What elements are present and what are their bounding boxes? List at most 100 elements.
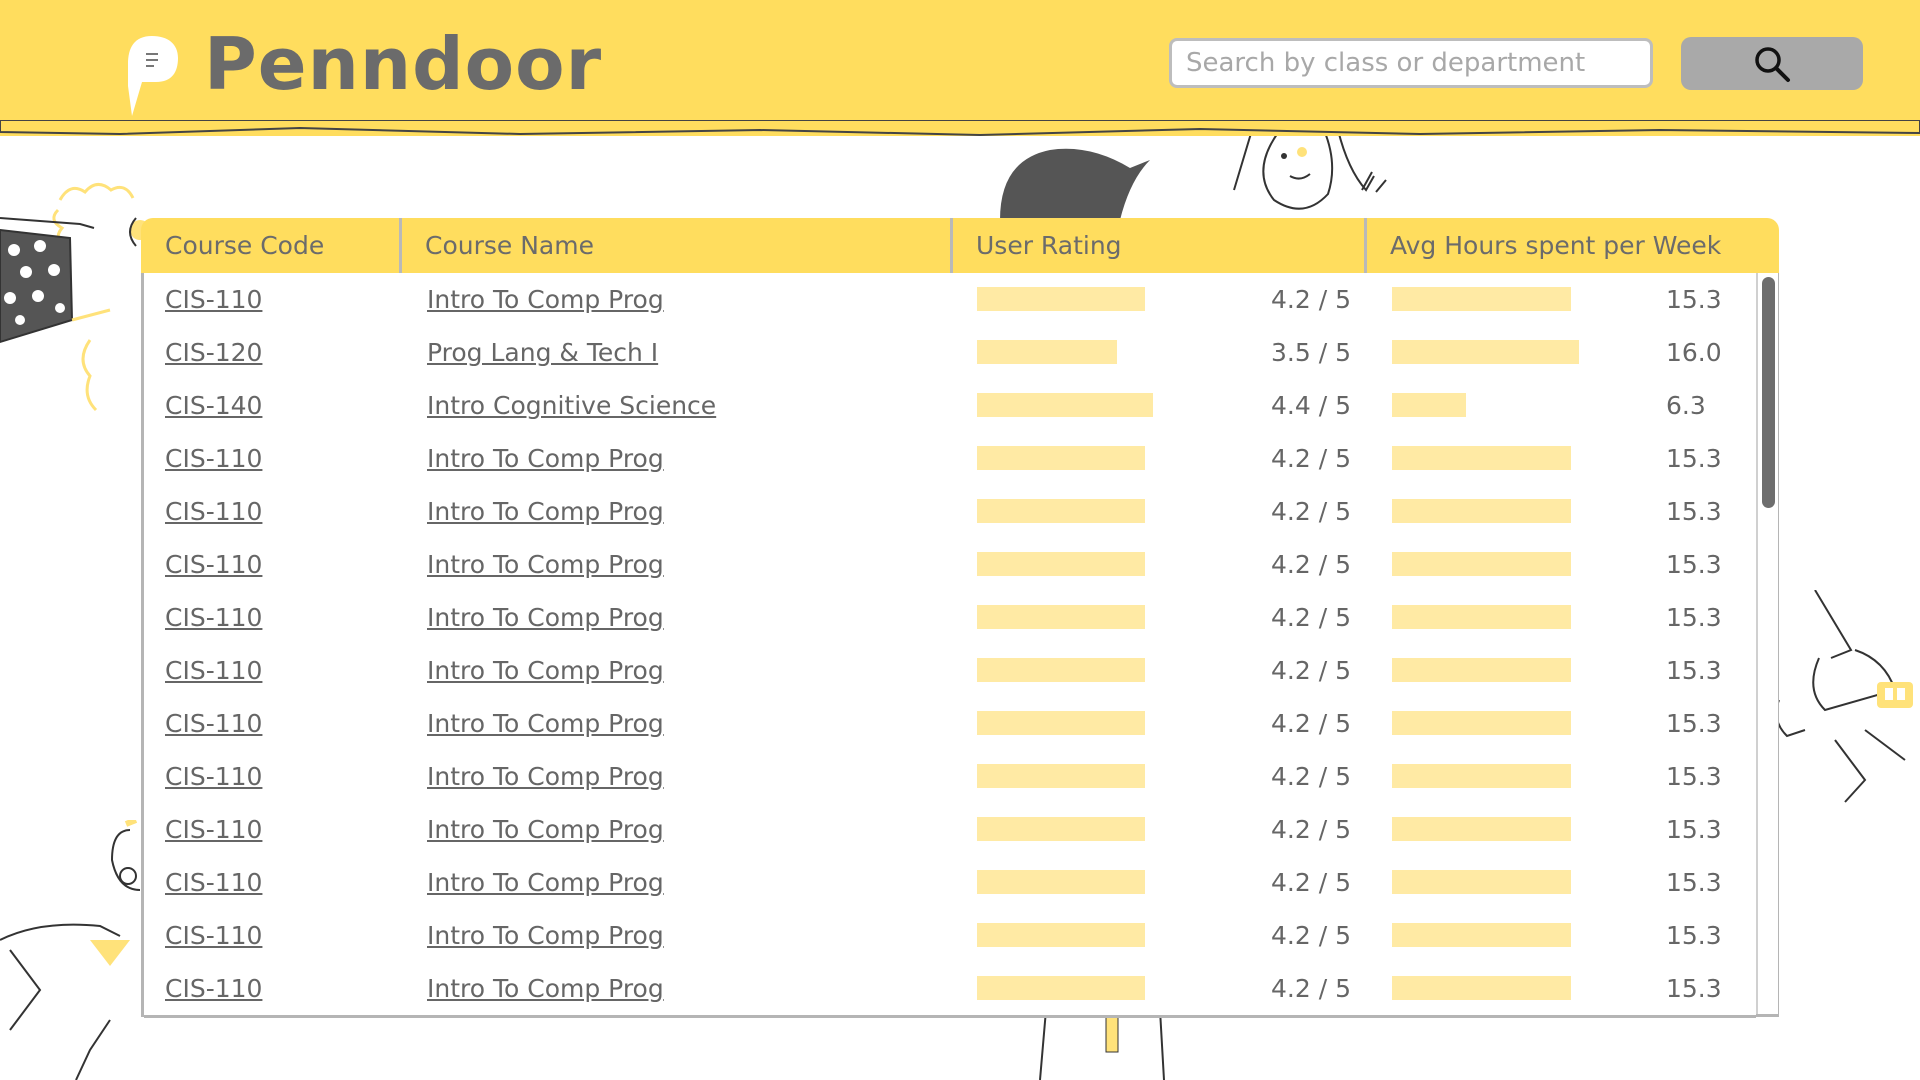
course-code-link[interactable]: CIS-120 bbox=[165, 326, 262, 379]
column-header-course-name[interactable]: Course Name bbox=[401, 218, 952, 273]
table-row[interactable]: CIS-120 Prog Lang & Tech I 3.5 / 5 16.0 bbox=[144, 326, 1756, 382]
course-code-link[interactable]: CIS-110 bbox=[165, 273, 262, 326]
course-name-link[interactable]: Intro To Comp Prog bbox=[427, 962, 664, 1015]
doodle-top-character bbox=[1000, 130, 1387, 220]
hours-value: 15.3 bbox=[1666, 444, 1722, 473]
search-input[interactable] bbox=[1169, 38, 1653, 88]
hours-value: 15.3 bbox=[1666, 815, 1722, 844]
hours-bar bbox=[1392, 605, 1571, 629]
course-code-link[interactable]: CIS-140 bbox=[165, 379, 262, 432]
course-code-link[interactable]: CIS-110 bbox=[165, 432, 262, 485]
hours-value: 15.3 bbox=[1666, 285, 1722, 314]
hours-bar bbox=[1392, 711, 1571, 735]
course-code-link[interactable]: CIS-110 bbox=[165, 485, 262, 538]
rating-bar bbox=[977, 870, 1145, 894]
course-name-link[interactable]: Intro To Comp Prog bbox=[427, 591, 664, 644]
course-name-link[interactable]: Intro Cognitive Science bbox=[427, 379, 716, 432]
hours-bar bbox=[1392, 499, 1571, 523]
search-icon bbox=[1755, 46, 1790, 82]
course-code-link[interactable]: CIS-110 bbox=[165, 856, 262, 909]
hours-bar bbox=[1392, 340, 1579, 364]
course-name-link[interactable]: Intro To Comp Prog bbox=[427, 485, 664, 538]
brand-name: Penndoor bbox=[204, 22, 603, 106]
hours-value: 15.3 bbox=[1666, 656, 1722, 685]
table-scrollbar[interactable] bbox=[1756, 273, 1778, 1014]
rating-bar bbox=[977, 446, 1145, 470]
table-row[interactable]: CIS-110 Intro To Comp Prog 4.2 / 5 15.3 bbox=[144, 962, 1756, 1018]
course-code-link[interactable]: CIS-110 bbox=[165, 591, 262, 644]
hours-value: 15.3 bbox=[1666, 868, 1722, 897]
course-name-link[interactable]: Intro To Comp Prog bbox=[427, 750, 664, 803]
course-name-link[interactable]: Intro To Comp Prog bbox=[427, 273, 664, 326]
rating-value: 4.2 / 5 bbox=[1271, 285, 1351, 314]
rating-value: 4.2 / 5 bbox=[1271, 709, 1351, 738]
course-code-link[interactable]: CIS-110 bbox=[165, 803, 262, 856]
course-code-link[interactable]: CIS-110 bbox=[165, 644, 262, 697]
table-row[interactable]: CIS-110 Intro To Comp Prog 4.2 / 5 15.3 bbox=[144, 909, 1756, 965]
rating-value: 4.2 / 5 bbox=[1271, 921, 1351, 950]
rating-value: 4.2 / 5 bbox=[1271, 974, 1351, 1003]
doodle-right-character bbox=[1775, 590, 1913, 803]
hours-value: 6.3 bbox=[1666, 391, 1706, 420]
rating-bar bbox=[977, 764, 1145, 788]
course-name-link[interactable]: Intro To Comp Prog bbox=[427, 909, 664, 962]
rating-bar bbox=[977, 711, 1145, 735]
rating-bar bbox=[977, 923, 1145, 947]
course-code-link[interactable]: CIS-110 bbox=[165, 962, 262, 1015]
hours-value: 15.3 bbox=[1666, 709, 1722, 738]
table-row[interactable]: CIS-110 Intro To Comp Prog 4.2 / 5 15.3 bbox=[144, 697, 1756, 753]
course-code-link[interactable]: CIS-110 bbox=[165, 538, 262, 591]
course-name-link[interactable]: Prog Lang & Tech I bbox=[427, 326, 658, 379]
table-row[interactable]: CIS-110 Intro To Comp Prog 4.2 / 5 15.3 bbox=[144, 591, 1756, 647]
course-name-link[interactable]: Intro To Comp Prog bbox=[427, 803, 664, 856]
hours-value: 15.3 bbox=[1666, 550, 1722, 579]
table-header: Course Code Course Name User Rating Avg … bbox=[141, 218, 1779, 273]
course-name-link[interactable]: Intro To Comp Prog bbox=[427, 432, 664, 485]
hours-bar bbox=[1392, 287, 1571, 311]
header-torn-edge bbox=[0, 120, 1920, 137]
course-code-link[interactable]: CIS-110 bbox=[165, 750, 262, 803]
hours-value: 15.3 bbox=[1666, 762, 1722, 791]
hours-bar bbox=[1392, 446, 1571, 470]
course-code-link[interactable]: CIS-110 bbox=[165, 909, 262, 962]
table-row[interactable]: CIS-110 Intro To Comp Prog 4.2 / 5 15.3 bbox=[144, 432, 1756, 488]
course-name-link[interactable]: Intro To Comp Prog bbox=[427, 697, 664, 750]
course-name-link[interactable]: Intro To Comp Prog bbox=[427, 538, 664, 591]
table-row[interactable]: CIS-140 Intro Cognitive Science 4.4 / 5 6.3 bbox=[144, 379, 1756, 435]
table-row[interactable]: CIS-110 Intro To Comp Prog 4.2 / 5 15.3 bbox=[144, 273, 1756, 329]
course-name-link[interactable]: Intro To Comp Prog bbox=[427, 856, 664, 909]
search-button[interactable] bbox=[1681, 37, 1863, 90]
hours-value: 15.3 bbox=[1666, 603, 1722, 632]
hours-bar bbox=[1392, 764, 1571, 788]
scrollbar-thumb[interactable] bbox=[1762, 277, 1775, 508]
column-header-user-rating[interactable]: User Rating bbox=[952, 218, 1366, 273]
table-row[interactable]: CIS-110 Intro To Comp Prog 4.2 / 5 15.3 bbox=[144, 644, 1756, 700]
table-row[interactable]: CIS-110 Intro To Comp Prog 4.2 / 5 15.3 bbox=[144, 856, 1756, 912]
rating-value: 4.2 / 5 bbox=[1271, 444, 1351, 473]
hours-bar bbox=[1392, 393, 1466, 417]
hours-bar bbox=[1392, 817, 1571, 841]
column-header-avg-hours[interactable]: Avg Hours spent per Week bbox=[1366, 218, 1779, 273]
rating-value: 4.2 / 5 bbox=[1271, 762, 1351, 791]
rating-bar bbox=[977, 499, 1145, 523]
course-name-link[interactable]: Intro To Comp Prog bbox=[427, 644, 664, 697]
rating-value: 4.2 / 5 bbox=[1271, 868, 1351, 897]
rating-bar bbox=[977, 605, 1145, 629]
rating-value: 4.2 / 5 bbox=[1271, 815, 1351, 844]
rating-bar bbox=[977, 976, 1145, 1000]
rating-value: 4.2 / 5 bbox=[1271, 656, 1351, 685]
table-row[interactable]: CIS-110 Intro To Comp Prog 4.2 / 5 15.3 bbox=[144, 803, 1756, 859]
course-code-link[interactable]: CIS-110 bbox=[165, 697, 262, 750]
rating-value: 4.2 / 5 bbox=[1271, 497, 1351, 526]
rating-bar bbox=[977, 817, 1145, 841]
rating-bar bbox=[977, 393, 1153, 417]
column-header-course-code[interactable]: Course Code bbox=[141, 218, 401, 273]
rating-value: 4.2 / 5 bbox=[1271, 603, 1351, 632]
hours-bar bbox=[1392, 658, 1571, 682]
hours-bar bbox=[1392, 976, 1571, 1000]
table-row[interactable]: CIS-110 Intro To Comp Prog 4.2 / 5 15.3 bbox=[144, 485, 1756, 541]
hours-value: 15.3 bbox=[1666, 497, 1722, 526]
table-row[interactable]: CIS-110 Intro To Comp Prog 4.2 / 5 15.3 bbox=[144, 750, 1756, 806]
table-row[interactable]: CIS-110 Intro To Comp Prog 4.2 / 5 15.3 bbox=[144, 538, 1756, 594]
rating-value: 4.2 / 5 bbox=[1271, 550, 1351, 579]
